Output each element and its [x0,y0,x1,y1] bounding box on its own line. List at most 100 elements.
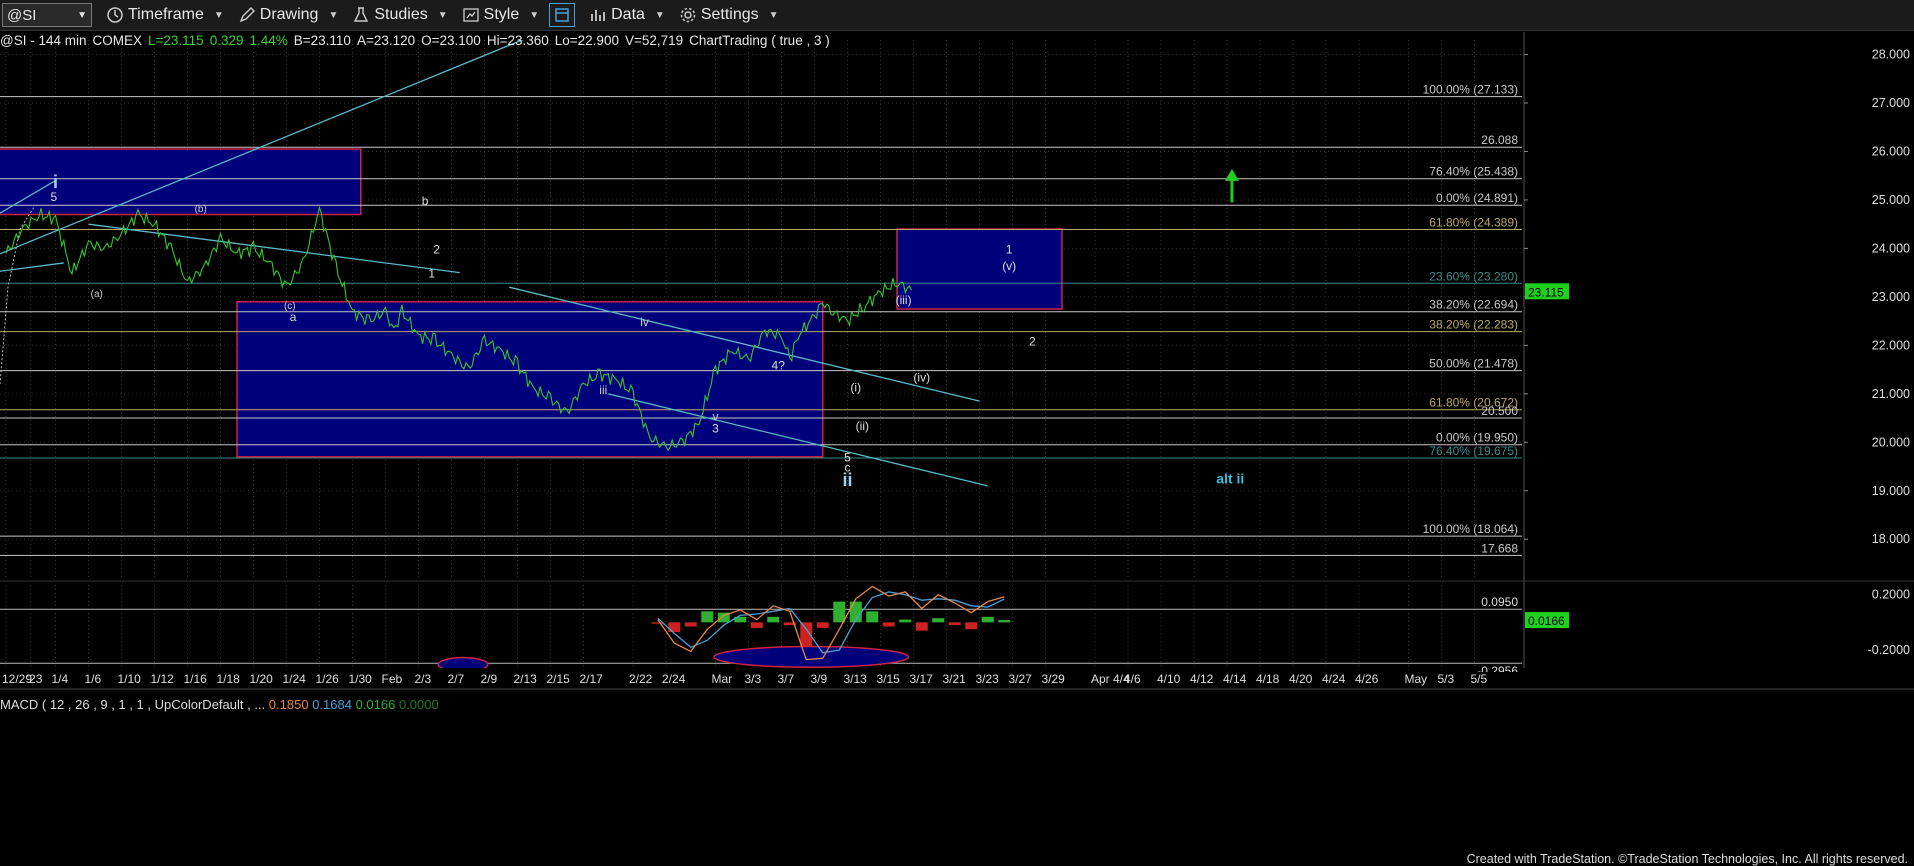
macd-info-line: MACD ( 12 , 26 , 9 , 1 , 1 , UpColorDefa… [0,697,439,712]
layout-toggle-button[interactable] [549,3,576,27]
wave-label: (i) [850,380,861,394]
fib-level-label: 76.40% (19.675) [1429,444,1518,458]
footer-copyright: Created with TradeStation. ©TradeStation… [1466,852,1908,866]
trendline [0,40,524,255]
wave-label: alt ii [1216,470,1244,486]
x-axis-label: 3/13 [844,672,868,686]
macd-histogram-bar [668,622,681,633]
wave-label: a [290,310,297,324]
info-bid: B=23.110 [293,33,351,48]
timeframe-button[interactable]: Timeframe ▼ [106,6,224,24]
macd-histogram-bar [899,619,912,623]
x-axis-label: 4/12 [1190,672,1214,686]
drawing-button[interactable]: Drawing ▼ [238,6,339,24]
price-axis-label: 26.000 [1872,144,1910,158]
wave-label: (v) [1002,259,1016,273]
bottom-divider [0,688,1914,690]
macd-histogram-bar [915,622,928,631]
macd-histogram-bar [684,622,697,627]
wave-label: ii [842,470,852,490]
x-axis-label: 4/26 [1355,672,1379,686]
x-axis-label: 2/22 [629,672,653,686]
chevron-down-icon: ▼ [654,9,665,21]
x-axis-label: 4/24 [1322,672,1346,686]
macd-ellipse [437,656,489,668]
gear-icon [680,7,696,23]
clock-icon [107,7,123,23]
info-high: Hi=23.360 [486,33,549,48]
chevron-down-icon: ▼ [77,9,87,21]
macd-histogram-bar [866,611,879,623]
wave-label: 3 [712,422,719,436]
info-low: Lo=22.900 [554,33,619,48]
price-axis-label: 25.000 [1872,193,1910,207]
fib-level-label: 17.668 [1481,541,1518,555]
wave-label: 1 [1006,242,1013,256]
symbol-selector[interactable]: @SI ▼ [2,3,92,27]
x-axis-label: 2/3 [415,672,432,686]
settings-button[interactable]: Settings ▼ [679,6,779,24]
settings-label: Settings [700,6,759,23]
fib-level-label: 100.00% (27.133) [1423,83,1518,97]
info-symbol: @SI - 144 min [0,33,87,48]
info-chart-trading[interactable]: ChartTrading ( true , 3 ) [689,33,830,48]
fib-level-label: 100.00% (18.064) [1423,522,1518,536]
macd-histogram-bar [882,622,895,627]
macd-histogram-bar [816,622,829,628]
x-axis-label: 1/26 [316,672,340,686]
wave-label: 2 [1029,334,1036,348]
macd-histogram-bar [998,620,1011,623]
chevron-down-icon: ▼ [768,9,779,21]
fib-level-label: 23.60% (23.280) [1429,269,1518,283]
x-axis-label: 2/15 [547,672,571,686]
macd-histogram-bar [701,611,714,623]
x-axis-label: 1/24 [283,672,307,686]
price-axis-label: 22.000 [1872,338,1910,352]
flask-icon [354,7,369,22]
x-axis-label: 5/5 [1471,672,1488,686]
x-axis-label: 3/21 [943,672,967,686]
chevron-down-icon: ▼ [213,9,224,21]
symbol-text: @SI [7,6,37,24]
macd-axis-label: -0.2000 [1868,643,1910,657]
macd-label: MACD ( 12 , 26 , 9 , 1 , 1 , UpColorDefa… [0,697,266,712]
up-arrow-head-icon [1224,168,1239,181]
data-button[interactable]: Data ▼ [589,6,665,24]
info-volume: V=52,719 [624,33,684,48]
price-axis-label: 27.000 [1872,96,1910,110]
x-axis-label: 3/23 [976,672,1000,686]
x-axis-label: 3/3 [745,672,762,686]
layout-icon [555,8,569,22]
fib-level-label: 0.00% (24.891) [1436,191,1518,205]
wave-label: iv [640,315,649,329]
wave-label: 2 [433,242,440,256]
data-label: Data [611,6,645,23]
chevron-down-icon: ▼ [328,9,339,21]
studies-button[interactable]: Studies ▼ [352,6,448,24]
style-button[interactable]: Style ▼ [462,6,539,24]
info-change-pct: 1.44% [249,33,288,48]
timeframe-label: Timeframe [128,6,204,23]
macd-value-2: 0.1684 [312,697,352,712]
wave-label: iii [599,383,607,397]
x-axis-label: 2/17 [580,672,604,686]
symbol-info-line: @SI - 144 min COMEX L=23.115 0.329 1.44% B=23… [0,33,836,48]
x-axis-label: 2/7 [448,672,465,686]
x-axis-label: 1/10 [118,672,142,686]
wave-label: (a) [91,289,103,300]
price-chart[interactable]: 100.00% (27.133) 26.088 76.40% (25.438) 0.0… [0,31,1914,866]
fib-level-label: 0.00% (19.950) [1436,431,1518,445]
pencil-icon [239,7,255,23]
x-axis-label: 5/3 [1438,672,1455,686]
chevron-down-icon: ▼ [437,9,448,21]
x-axis-label: '23 [27,672,43,686]
price-axis-label: 21.000 [1872,387,1910,401]
x-axis-label: 2/13 [514,672,538,686]
macd-ellipse [713,645,910,668]
info-open: O=23.100 [421,33,481,48]
drawing-label: Drawing [259,6,319,23]
macd-histogram-bar [965,622,978,630]
wave-label: (ii) [856,419,869,433]
x-axis-label: 4/18 [1256,672,1280,686]
macd-histogram-bar [948,622,961,626]
